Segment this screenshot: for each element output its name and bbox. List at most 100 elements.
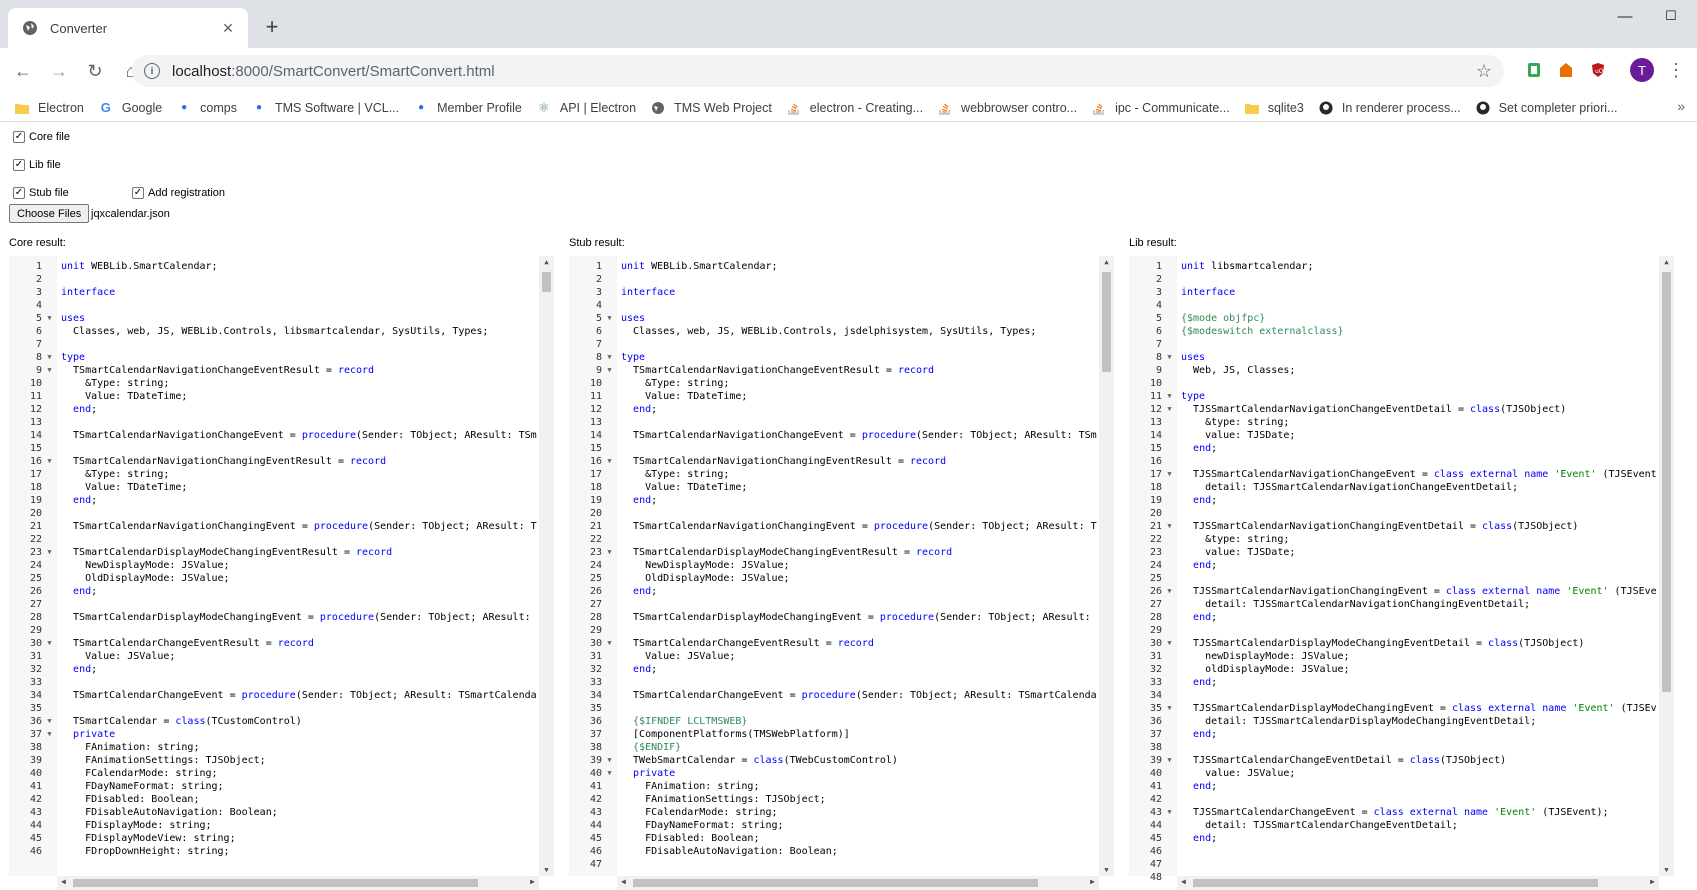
- minimize-icon[interactable]: —: [1602, 0, 1648, 32]
- code-line[interactable]: 22 &type: string;: [1129, 533, 1659, 546]
- code-line[interactable]: 38: [1129, 741, 1659, 754]
- code-line[interactable]: 12 end;: [9, 403, 539, 416]
- vertical-scrollbar[interactable]: ▲ ▼: [1659, 256, 1674, 876]
- code-line[interactable]: 11 ▼ type: [1129, 390, 1659, 403]
- code-line[interactable]: 4: [9, 299, 539, 312]
- code-line[interactable]: 24 NewDisplayMode: JSValue;: [9, 559, 539, 572]
- star-icon[interactable]: ☆: [1476, 61, 1492, 82]
- code-line[interactable]: 33: [569, 676, 1099, 689]
- code-line[interactable]: 41 FDayNameFormat: string;: [9, 780, 539, 793]
- code-line[interactable]: 40 ▼ private: [569, 767, 1099, 780]
- code-line[interactable]: 4: [1129, 299, 1659, 312]
- code-line[interactable]: 26 ▼ TJSSmartCalendarNavigationChangingEv…: [1129, 585, 1659, 598]
- fold-toggle-icon[interactable]: ▼: [42, 637, 57, 650]
- code-line[interactable]: 45 end;: [1129, 832, 1659, 845]
- scroll-thumb[interactable]: [73, 879, 478, 887]
- core-file-checkbox[interactable]: ✓: [13, 131, 25, 143]
- code-line[interactable]: 31 newDisplayMode: JSValue;: [1129, 650, 1659, 663]
- code-line[interactable]: 24 end;: [1129, 559, 1659, 572]
- code-line[interactable]: 46: [1129, 845, 1659, 858]
- fold-toggle-icon[interactable]: ▼: [602, 546, 617, 559]
- fold-toggle-icon[interactable]: ▼: [1162, 754, 1177, 767]
- code-line[interactable]: 44 detail: TJSSmartCalendarChangeEventDe…: [1129, 819, 1659, 832]
- code-line[interactable]: 41 FAnimation: string;: [569, 780, 1099, 793]
- code-line[interactable]: 13 &type: string;: [1129, 416, 1659, 429]
- vertical-scrollbar[interactable]: ▲ ▼: [1099, 256, 1114, 876]
- fold-toggle-icon[interactable]: ▼: [42, 455, 57, 468]
- scroll-right-icon[interactable]: ▶: [1090, 877, 1095, 886]
- code-line[interactable]: 2: [9, 273, 539, 286]
- code-line[interactable]: 38 {$ENDIF}: [569, 741, 1099, 754]
- code-line[interactable]: 17 ▼ TJSSmartCalendarNavigationChangeEven…: [1129, 468, 1659, 481]
- code-line[interactable]: 43 FCalendarMode: string;: [569, 806, 1099, 819]
- bookmark-item[interactable]: sqlite3: [1244, 100, 1304, 116]
- code-line[interactable]: 35: [9, 702, 539, 715]
- code-line[interactable]: 5 ▼ uses: [569, 312, 1099, 325]
- core-result-editor[interactable]: 1 unit WEBLib.SmartCalendar; 2 3 interface 4 5…: [9, 256, 554, 890]
- code-line[interactable]: 23 ▼ TSmartCalendarDisplayModeChangingEve…: [9, 546, 539, 559]
- bookmark-item[interactable]: TMS Web Project: [650, 100, 772, 116]
- bookmark-item[interactable]: In renderer process...: [1318, 100, 1461, 116]
- code-line[interactable]: 30 ▼ TSmartCalendarChangeEventResult = re…: [569, 637, 1099, 650]
- scroll-thumb[interactable]: [542, 272, 551, 292]
- code-line[interactable]: 16: [1129, 455, 1659, 468]
- code-line[interactable]: 32 end;: [569, 663, 1099, 676]
- bookmark-item[interactable]: ● comps: [176, 100, 237, 116]
- code-line[interactable]: 43 FDisableAutoNavigation: Boolean;: [9, 806, 539, 819]
- code-line[interactable]: 30 ▼ TSmartCalendarChangeEventResult = re…: [9, 637, 539, 650]
- fold-toggle-icon[interactable]: ▼: [602, 754, 617, 767]
- code-line[interactable]: 40 FCalendarMode: string;: [9, 767, 539, 780]
- code-line[interactable]: 34: [1129, 689, 1659, 702]
- code-line[interactable]: 12 ▼ TJSSmartCalendarNavigationChangeEven…: [1129, 403, 1659, 416]
- code-line[interactable]: 30 ▼ TJSSmartCalendarDisplayModeChangingE…: [1129, 637, 1659, 650]
- code-line[interactable]: 26 end;: [569, 585, 1099, 598]
- code-line[interactable]: 19 end;: [9, 494, 539, 507]
- code-line[interactable]: 1 unit libsmartcalendar;: [1129, 260, 1659, 273]
- close-tab-icon[interactable]: ✕: [218, 20, 238, 37]
- scroll-thumb[interactable]: [633, 879, 1038, 887]
- code-line[interactable]: 37 [ComponentPlatforms(TMSWebPlatform)]: [569, 728, 1099, 741]
- scroll-thumb[interactable]: [1193, 879, 1598, 887]
- code-line[interactable]: 15 end;: [1129, 442, 1659, 455]
- code-line[interactable]: 47: [1129, 858, 1659, 871]
- code-line[interactable]: 28 TSmartCalendarDisplayModeChangingEven…: [569, 611, 1099, 624]
- fold-toggle-icon[interactable]: ▼: [602, 637, 617, 650]
- code-line[interactable]: 14 TSmartCalendarNavigationChangeEvent =…: [9, 429, 539, 442]
- code-line[interactable]: 9 ▼ TSmartCalendarNavigationChangeEventRe…: [569, 364, 1099, 377]
- scroll-up-icon[interactable]: ▲: [539, 258, 554, 266]
- choose-files-button[interactable]: Choose Files: [9, 204, 90, 223]
- code-line[interactable]: 6 {$modeswitch externalclass}: [1129, 325, 1659, 338]
- code-line[interactable]: 20: [569, 507, 1099, 520]
- code-line[interactable]: 9 ▼ TSmartCalendarNavigationChangeEventRe…: [9, 364, 539, 377]
- code-line[interactable]: 45 FDisplayModeView: string;: [9, 832, 539, 845]
- code-line[interactable]: 40 value: JSValue;: [1129, 767, 1659, 780]
- scroll-left-icon[interactable]: ◀: [1181, 877, 1186, 886]
- code-line[interactable]: 29: [9, 624, 539, 637]
- code-line[interactable]: 8 ▼ type: [9, 351, 539, 364]
- scroll-left-icon[interactable]: ◀: [621, 877, 626, 886]
- stub-result-editor[interactable]: 1 unit WEBLib.SmartCalendar; 2 3 interface 4 5…: [569, 256, 1114, 890]
- scroll-right-icon[interactable]: ▶: [1650, 877, 1655, 886]
- bookmark-item[interactable]: Electron: [14, 100, 84, 116]
- code-line[interactable]: 41 end;: [1129, 780, 1659, 793]
- code-line[interactable]: 32 oldDisplayMode: JSValue;: [1129, 663, 1659, 676]
- code-line[interactable]: 5 ▼ uses: [9, 312, 539, 325]
- code-line[interactable]: 10 &Type: string;: [9, 377, 539, 390]
- code-line[interactable]: 20: [1129, 507, 1659, 520]
- fold-toggle-icon[interactable]: ▼: [1162, 637, 1177, 650]
- code-line[interactable]: 38 FAnimation: string;: [9, 741, 539, 754]
- back-arrow-icon[interactable]: ←: [6, 54, 40, 88]
- bookmark-item[interactable]: ● Member Profile: [413, 100, 522, 116]
- code-line[interactable]: 45 FDisabled: Boolean;: [569, 832, 1099, 845]
- code-line[interactable]: 36 ▼ TSmartCalendar = class(TCustomContro…: [9, 715, 539, 728]
- code-line[interactable]: 2: [1129, 273, 1659, 286]
- add-registration-checkbox[interactable]: ✓: [132, 187, 144, 199]
- code-line[interactable]: 16 ▼ TSmartCalendarNavigationChangingEven…: [9, 455, 539, 468]
- fold-toggle-icon[interactable]: ▼: [42, 364, 57, 377]
- fold-toggle-icon[interactable]: ▼: [1162, 351, 1177, 364]
- fold-toggle-icon[interactable]: ▼: [42, 715, 57, 728]
- lib-result-editor[interactable]: 1 unit libsmartcalendar; 2 3 interface 4 5 {$mo…: [1129, 256, 1674, 890]
- code-line[interactable]: 16 ▼ TSmartCalendarNavigationChangingEven…: [569, 455, 1099, 468]
- extension-green-icon[interactable]: [1520, 56, 1548, 84]
- code-line[interactable]: 44 FDayNameFormat: string;: [569, 819, 1099, 832]
